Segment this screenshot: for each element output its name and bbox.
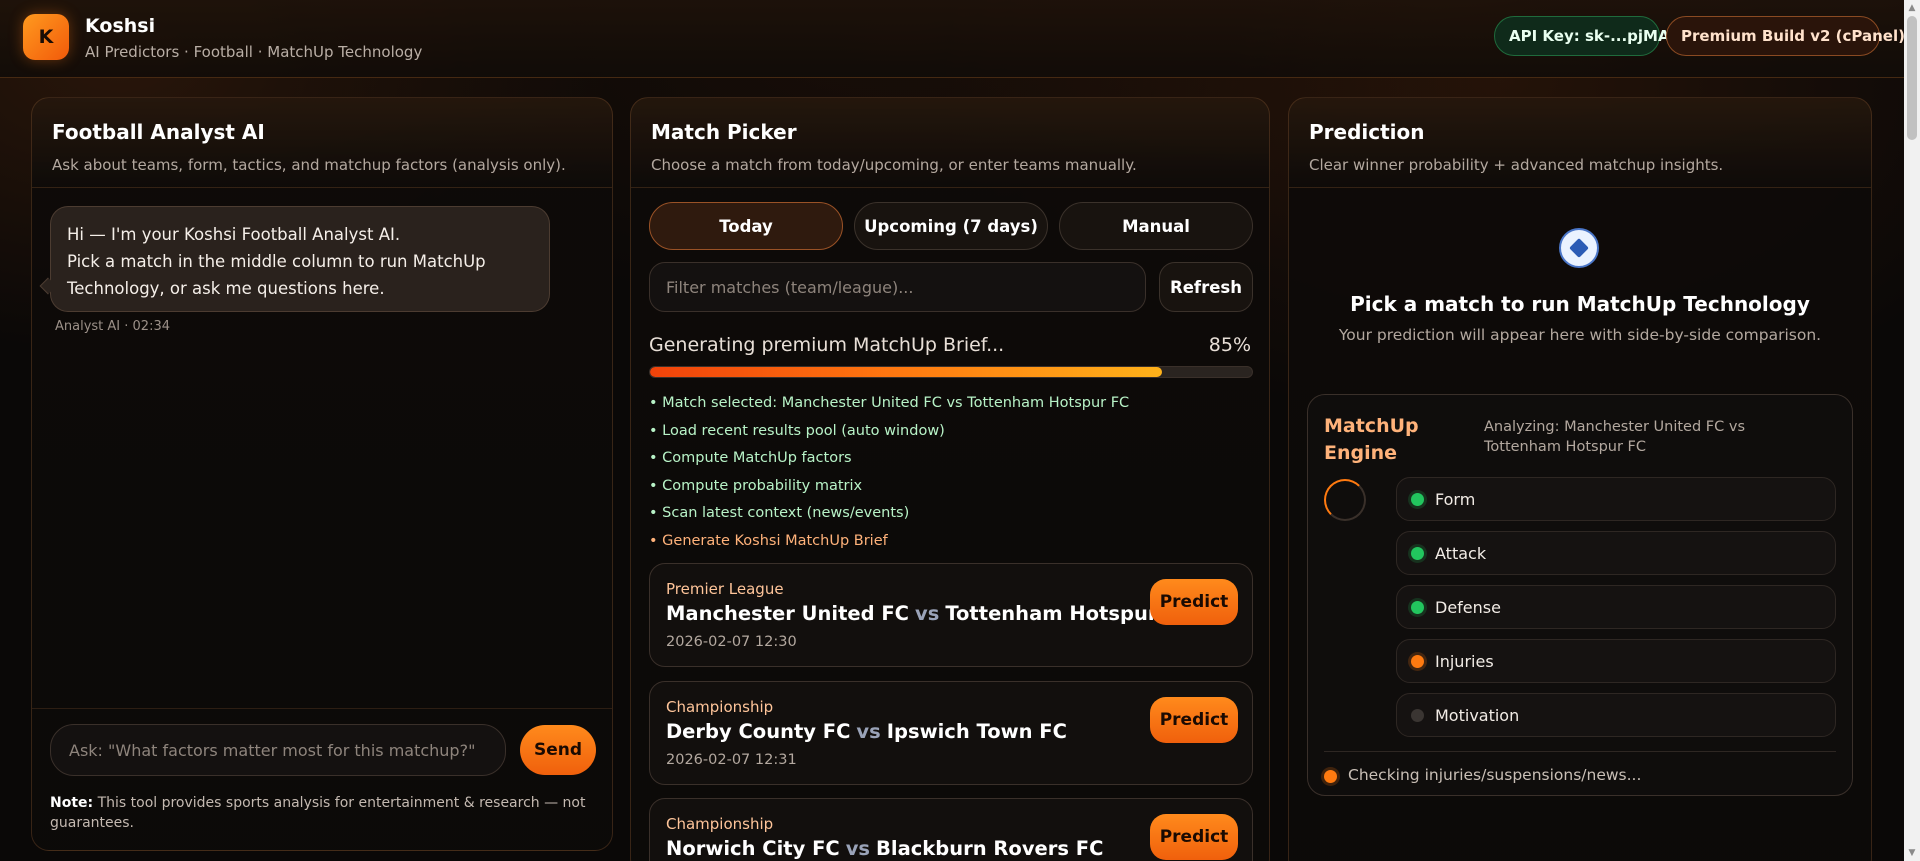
top-bar: K Koshsi AI Predictors · Football · Matc… — [0, 0, 1905, 78]
chat-panel-header: Football Analyst AI Ask about teams, for… — [32, 98, 612, 188]
chat-panel-title: Football Analyst AI — [52, 120, 265, 144]
empty-state-title: Pick a match to run MatchUp Technology — [1350, 292, 1810, 316]
refresh-button[interactable]: Refresh — [1159, 262, 1253, 312]
chat-panel-subtitle: Ask about teams, form, tactics, and matc… — [52, 156, 566, 174]
vs-label: vs — [845, 837, 871, 860]
engine-status: Analyzing: Manchester United FC vs Totte… — [1484, 419, 1745, 455]
match-picker-panel: Match Picker Choose a match from today/u… — [630, 97, 1270, 861]
factor-label: Defense — [1435, 598, 1501, 617]
home-team: Manchester United FC — [666, 602, 909, 625]
chat-message-line: Hi — I'm your Koshsi Football Analyst AI… — [67, 225, 401, 244]
note-label: Note: — [50, 795, 94, 811]
predict-button[interactable]: Predict — [1150, 814, 1238, 860]
home-team: Derby County FC — [666, 720, 851, 743]
match-time: 2026-02-07 12:31 — [666, 752, 797, 768]
factor-attack: Attack — [1396, 531, 1836, 575]
match-card[interactable]: Premier League Manchester United FC vs Tot… — [649, 563, 1253, 667]
match-league: Championship — [666, 698, 774, 716]
engine-title: MatchUp Engine — [1324, 415, 1419, 464]
factor-form: Form — [1396, 477, 1836, 521]
factor-injuries: Injuries — [1396, 639, 1836, 683]
build-badge: Premium Build v2 (cPanel) — [1666, 16, 1905, 56]
engine-footer: Checking injuries/suspensions/news... — [1324, 751, 1836, 784]
match-teams: Norwich City FC vs Blackburn Rovers FC — [666, 837, 1103, 860]
send-button[interactable]: Send — [520, 725, 596, 775]
chat-message-line: Pick a match in the middle column to run… — [67, 252, 486, 271]
factor-label: Injuries — [1435, 652, 1494, 671]
api-key-badge[interactable]: API Key: sk-...pjMA — [1494, 16, 1670, 56]
vs-label: vs — [856, 720, 881, 743]
picker-panel-title: Match Picker — [651, 120, 797, 144]
picker-panel-header: Match Picker Choose a match from today/u… — [631, 98, 1269, 188]
chat-message-line: Technology, or ask me questions here. — [67, 279, 385, 298]
progress-label: Generating premium MatchUp Brief... — [649, 334, 1005, 356]
prediction-panel-title: Prediction — [1309, 120, 1425, 144]
factor-motivation: Motivation — [1396, 693, 1836, 737]
chat-message-bubble: Hi — I'm your Koshsi Football Analyst AI… — [50, 206, 550, 312]
match-time: 2026-02-07 12:30 — [666, 634, 797, 650]
matchup-engine-card: MatchUp Engine Analyzing: Manchester Uni… — [1307, 394, 1853, 796]
chat-message-meta: Analyst AI · 02:34 — [55, 319, 170, 334]
note-text: This tool provides sports analysis for e… — [50, 795, 586, 831]
match-league: Championship — [666, 815, 774, 833]
progress-step: • Compute MatchUp factors — [649, 450, 852, 467]
factor-label: Form — [1435, 490, 1476, 509]
disclaimer-note: Note: This tool provides sports analysis… — [50, 793, 590, 833]
status-dot-icon — [1411, 547, 1424, 560]
status-dot-icon — [1324, 770, 1337, 783]
progress-bar — [649, 366, 1253, 378]
progress-percent: 85% — [1208, 334, 1251, 356]
tab-today[interactable]: Today — [649, 202, 843, 250]
brand-logo: K — [23, 14, 69, 60]
tab-manual[interactable]: Manual — [1059, 202, 1253, 250]
ball-center — [1569, 238, 1589, 258]
status-dot-icon — [1411, 493, 1424, 506]
scroll-down-arrow-icon[interactable]: ▼ — [1904, 845, 1920, 861]
prediction-panel-header: Prediction Clear winner probability + ad… — [1289, 98, 1871, 188]
match-league: Premier League — [666, 580, 784, 598]
progress-step: • Scan latest context (news/events) — [649, 505, 910, 522]
predict-button[interactable]: Predict — [1150, 697, 1238, 743]
chat-input[interactable] — [50, 724, 506, 776]
brand-name: Koshsi — [85, 15, 156, 37]
brand-subtitle: AI Predictors · Football · MatchUp Techn… — [85, 43, 423, 61]
home-team: Norwich City FC — [666, 837, 840, 860]
engine-footer-text: Checking injuries/suspensions/news... — [1348, 766, 1642, 784]
status-dot-icon — [1411, 655, 1424, 668]
page-scrollbar[interactable]: ▲ ▼ — [1904, 0, 1920, 861]
match-filter-input[interactable] — [649, 262, 1146, 312]
prediction-panel-subtitle: Clear winner probability + advanced matc… — [1309, 156, 1724, 174]
scrollbar-thumb[interactable] — [1907, 16, 1917, 140]
progress-step: • Load recent results pool (auto window) — [649, 422, 945, 439]
chat-composer: Send Note: This tool provides sports ana… — [32, 708, 612, 850]
picker-panel-subtitle: Choose a match from today/upcoming, or e… — [651, 156, 1137, 174]
match-card[interactable]: Championship Norwich City FC vs Blackburn … — [649, 798, 1253, 861]
progress-bar-fill — [650, 367, 1162, 377]
status-dot-icon — [1411, 601, 1424, 614]
empty-state-subtitle: Your prediction will appear here with si… — [1338, 326, 1822, 344]
soccer-ball-icon — [1559, 228, 1599, 268]
progress-step-pending: • Generate Koshsi MatchUp Brief — [649, 532, 888, 549]
away-team: Ipswich Town FC — [886, 720, 1067, 743]
match-teams: Derby County FC vs Ipswich Town FC — [666, 720, 1067, 743]
progress-step: • Compute probability matrix — [649, 477, 863, 494]
analyst-chat-panel: Football Analyst AI Ask about teams, for… — [31, 97, 613, 851]
factor-defense: Defense — [1396, 585, 1836, 629]
loading-spinner-icon — [1324, 479, 1366, 521]
match-teams: Manchester United FC vs Tottenham Hotspur … — [666, 602, 1192, 625]
match-card[interactable]: Championship Derby County FC vs Ipswich To… — [649, 681, 1253, 785]
progress-steps: • Match selected: Manchester United FC v… — [649, 390, 1129, 556]
progress-step: • Match selected: Manchester United FC v… — [649, 395, 1130, 411]
predict-button[interactable]: Predict — [1150, 579, 1238, 625]
vs-label: vs — [915, 602, 940, 625]
scroll-up-arrow-icon[interactable]: ▲ — [1904, 0, 1920, 16]
prediction-panel: Prediction Clear winner probability + ad… — [1288, 97, 1872, 861]
tab-upcoming[interactable]: Upcoming (7 days) — [854, 202, 1048, 250]
status-dot-icon — [1411, 709, 1424, 722]
factor-label: Motivation — [1435, 706, 1520, 725]
away-team: Blackburn Rovers FC — [876, 837, 1104, 860]
factor-label: Attack — [1435, 544, 1487, 563]
